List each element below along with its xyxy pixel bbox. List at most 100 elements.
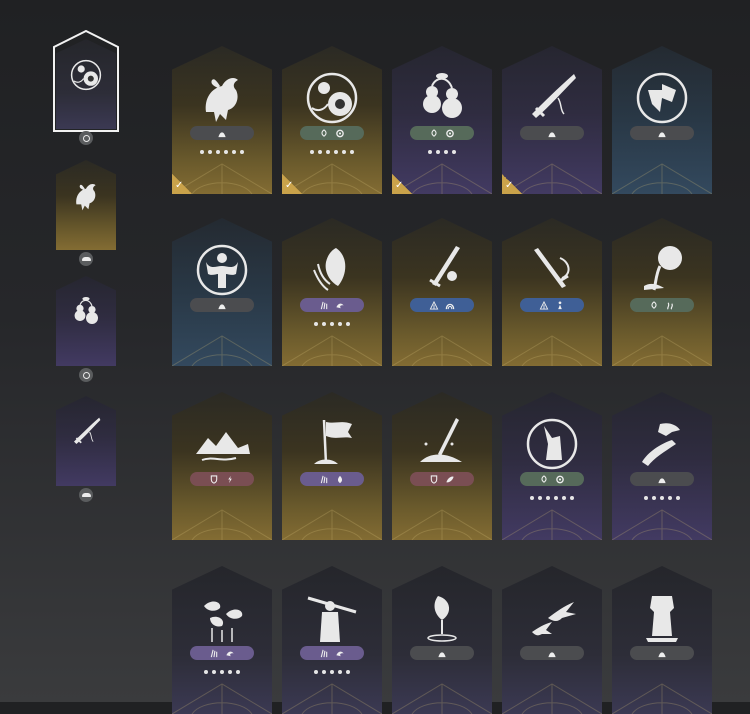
skill-level-dots — [282, 150, 382, 154]
equipped-skill-slot[interactable] — [56, 396, 116, 486]
level-dot — [212, 670, 216, 674]
skill-card[interactable] — [502, 392, 602, 540]
skill-card[interactable] — [282, 566, 382, 714]
skill-tag-pill — [520, 126, 584, 140]
skill-tag-pill — [520, 298, 584, 312]
skill-tag-pill — [190, 298, 254, 312]
skill-card[interactable]: ✓ — [172, 46, 272, 194]
card-pattern — [392, 509, 492, 540]
level-dot — [444, 150, 448, 154]
level-dot — [310, 150, 314, 154]
level-dot — [346, 322, 350, 326]
planted-sword-emblem-icon — [420, 418, 462, 462]
level-dot — [346, 670, 350, 674]
knot-symbol-icon — [321, 128, 327, 137]
pile-symbol-icon — [548, 651, 556, 657]
level-dot — [436, 150, 440, 154]
skill-card[interactable] — [612, 218, 712, 366]
skill-card[interactable]: ✓ — [392, 46, 492, 194]
gourd-emblem-icon — [74, 297, 98, 324]
level-dot — [452, 150, 456, 154]
skill-level-dots — [282, 322, 382, 326]
skill-card[interactable] — [612, 392, 712, 540]
skill-card[interactable] — [172, 218, 272, 366]
spirit-face-emblem-icon — [313, 248, 346, 291]
skill-card[interactable] — [392, 218, 492, 366]
level-dot — [228, 670, 232, 674]
skill-card[interactable] — [282, 392, 382, 540]
check-icon: ✓ — [505, 180, 514, 191]
shield-symbol-icon — [430, 474, 438, 484]
skill-level-dots — [172, 670, 272, 674]
level-dot — [538, 496, 542, 500]
level-dot — [546, 496, 550, 500]
level-dot — [334, 150, 338, 154]
skill-tag-pill — [520, 646, 584, 660]
skill-card[interactable] — [172, 566, 272, 714]
skill-card[interactable] — [172, 392, 272, 540]
mountains-emblem-icon — [196, 432, 250, 461]
skill-tag-pill — [410, 298, 474, 312]
skill-card[interactable] — [612, 566, 712, 714]
koi-fish-emblem-icon — [204, 601, 243, 642]
sword-eye-emblem-icon — [429, 246, 460, 288]
warrior-emblem-icon — [307, 596, 357, 642]
pile-badge-icon — [79, 252, 93, 266]
check-icon: ✓ — [175, 180, 184, 191]
skill-tag-pill — [630, 472, 694, 486]
skill-card[interactable] — [612, 46, 712, 194]
card-pattern — [172, 335, 272, 366]
level-dot — [200, 150, 204, 154]
level-dot — [314, 322, 318, 326]
level-dot — [240, 150, 244, 154]
skill-card[interactable]: ✓ — [282, 46, 382, 194]
skill-tag-pill — [190, 472, 254, 486]
skill-tag-pill — [410, 472, 474, 486]
wave-symbol-icon — [226, 651, 234, 656]
skill-tag-pill — [410, 646, 474, 660]
card-pattern — [612, 335, 712, 366]
bird-hand-emblem-icon — [642, 423, 680, 466]
equipped-skill-slot[interactable] — [56, 276, 116, 366]
ring-symbol-icon — [336, 129, 344, 137]
skill-card[interactable] — [502, 218, 602, 366]
figure-symbol-icon — [558, 300, 562, 309]
skill-tag-pill — [410, 126, 474, 140]
crossed-swords-emblem-icon — [534, 248, 570, 288]
skill-card[interactable] — [392, 392, 492, 540]
skill-card[interactable] — [502, 566, 602, 714]
level-dot — [220, 670, 224, 674]
card-pattern — [172, 683, 272, 714]
wave-symbol-icon — [336, 303, 344, 308]
skill-card[interactable] — [392, 566, 492, 714]
level-dot — [554, 496, 558, 500]
grass-symbol-icon — [320, 475, 328, 483]
card-pattern — [502, 509, 602, 540]
card-pattern — [282, 509, 382, 540]
level-dot — [668, 496, 672, 500]
level-dot — [326, 150, 330, 154]
swallows-emblem-icon — [532, 602, 576, 636]
equipped-skill-slot[interactable] — [56, 160, 116, 250]
pile-symbol-icon — [438, 651, 446, 657]
skill-tag-pill — [190, 126, 254, 140]
level-dot — [314, 670, 318, 674]
selection-frame — [53, 29, 119, 132]
skill-level-dots — [172, 150, 272, 154]
flag-emblem-icon — [314, 419, 352, 465]
skill-level-dots — [612, 496, 712, 500]
card-pattern — [172, 509, 272, 540]
pile-symbol-icon — [658, 131, 666, 137]
pile-badge-icon — [79, 488, 93, 502]
ring-badge-icon — [79, 131, 93, 145]
skill-card[interactable] — [282, 218, 382, 366]
skill-card[interactable]: ✓ — [502, 46, 602, 194]
grass-symbol-icon — [320, 301, 328, 309]
level-dot — [652, 496, 656, 500]
ring-symbol-icon — [556, 475, 564, 483]
level-dot — [204, 670, 208, 674]
statue-emblem-icon — [646, 596, 678, 642]
falling-leaf-emblem-icon — [427, 596, 457, 642]
fist-emblem-icon — [636, 72, 688, 124]
skill-level-dots — [502, 496, 602, 500]
